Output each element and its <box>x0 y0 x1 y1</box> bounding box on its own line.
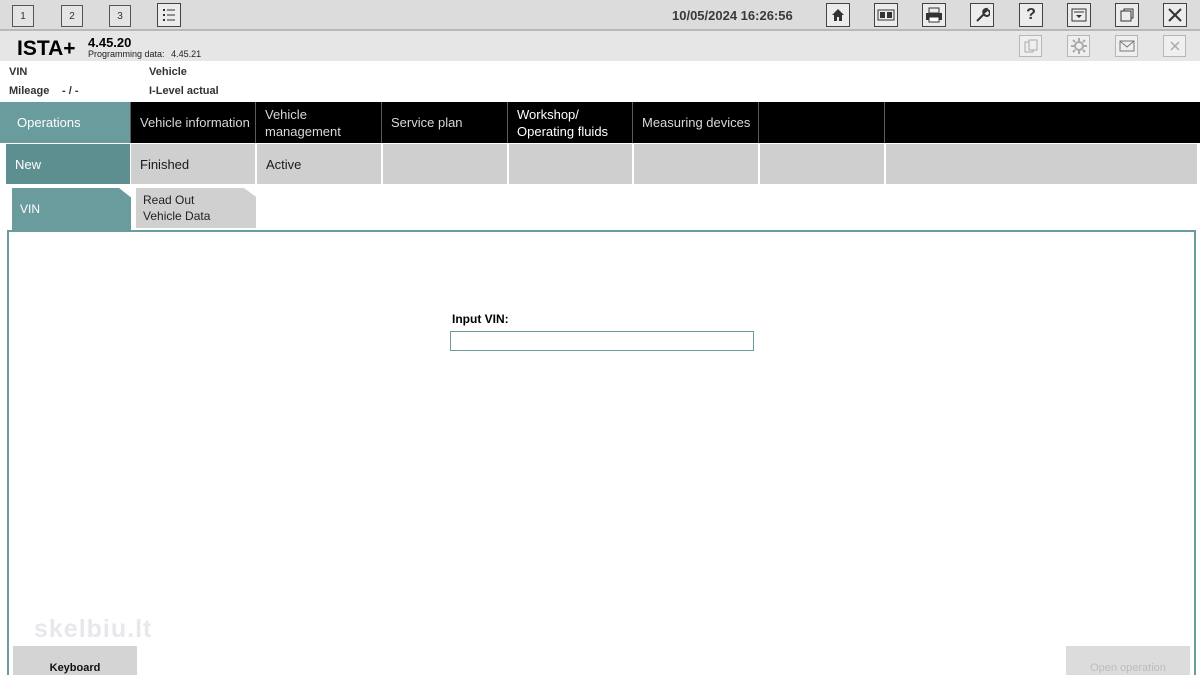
subnav-empty-5 <box>509 144 632 184</box>
tab-read-out-vehicle-data[interactable]: Read Out Vehicle Data <box>136 188 256 228</box>
keyboard-button[interactable]: Keyboard <box>13 646 137 675</box>
content-panel <box>7 230 1196 675</box>
vin-input[interactable] <box>450 331 754 351</box>
subnav-empty-4 <box>383 144 507 184</box>
nav-vehicle-information[interactable]: Vehicle information <box>131 102 256 143</box>
programming-data-label: Programming data: <box>88 49 165 59</box>
tab-read-out-line1: Read Out <box>143 193 195 207</box>
tab-vin[interactable]: VIN <box>12 188 131 231</box>
window-icon[interactable] <box>1115 3 1139 27</box>
vehicle-label: Vehicle <box>149 66 187 78</box>
minimize-icon[interactable] <box>1067 3 1091 27</box>
vin-label: VIN <box>9 66 28 78</box>
nav-workshop-operating-fluids[interactable]: Workshop/ Operating fluids <box>508 102 633 143</box>
sub-nav: New Finished Active <box>0 143 1200 185</box>
settings-icon[interactable] <box>1067 35 1090 57</box>
close-icon[interactable] <box>1163 3 1187 27</box>
tab-read-out-line2: Vehicle Data <box>143 209 211 223</box>
wrench-icon[interactable] <box>970 3 994 27</box>
vehicle-display-icon[interactable] <box>874 3 898 27</box>
watermark: skelbiu.lt <box>34 615 153 643</box>
mileage-label: Mileage <box>9 85 50 97</box>
title-bar: 1 2 3 10/05/2024 16:26:56 ? <box>0 0 1200 31</box>
mail-icon[interactable] <box>1115 35 1138 57</box>
subnav-active[interactable]: Active <box>257 144 381 184</box>
subnav-empty-6 <box>634 144 758 184</box>
nav-service-plan[interactable]: Service plan <box>382 102 508 143</box>
app-header: ISTA+ 4.45.20 Programming data: 4.45.21 <box>0 31 1200 61</box>
subnav-empty-7 <box>760 144 884 184</box>
list-icon[interactable] <box>157 3 181 27</box>
subnav-empty-8 <box>886 144 1197 184</box>
programming-data: Programming data: 4.45.21 <box>88 49 201 59</box>
subnav-finished[interactable]: Finished <box>131 144 255 184</box>
open-operation-button[interactable]: Open operation <box>1066 646 1190 675</box>
workspace-3-button[interactable]: 3 <box>109 5 131 27</box>
nav-operations[interactable]: Operations <box>0 102 131 143</box>
nav-vehicle-management[interactable]: Vehicle management <box>256 102 382 143</box>
vehicle-info-strip: VIN Vehicle Mileage - / - I-Level actual <box>0 61 1200 102</box>
ilevel-label: I-Level actual <box>149 85 219 97</box>
mileage-value: - / - <box>62 85 79 97</box>
datetime: 10/05/2024 16:26:56 <box>672 8 793 23</box>
close-icon[interactable] <box>1163 35 1186 57</box>
nav-measuring-devices[interactable]: Measuring devices <box>633 102 759 143</box>
app-version: 4.45.20 <box>88 35 132 50</box>
workspace-1-button[interactable]: 1 <box>12 5 34 27</box>
copy-icon[interactable] <box>1019 35 1042 57</box>
main-nav: Operations Vehicle information Vehicle m… <box>0 102 1200 143</box>
nav-empty-slot <box>759 102 885 143</box>
programming-data-value: 4.45.21 <box>171 49 202 59</box>
app-name: ISTA+ <box>17 37 76 60</box>
workspace-2-button[interactable]: 2 <box>61 5 83 27</box>
help-icon[interactable]: ? <box>1019 3 1043 27</box>
home-icon[interactable] <box>826 3 850 27</box>
print-icon[interactable] <box>922 3 946 27</box>
subnav-new[interactable]: New <box>6 144 130 184</box>
input-vin-label: Input VIN: <box>452 312 509 326</box>
